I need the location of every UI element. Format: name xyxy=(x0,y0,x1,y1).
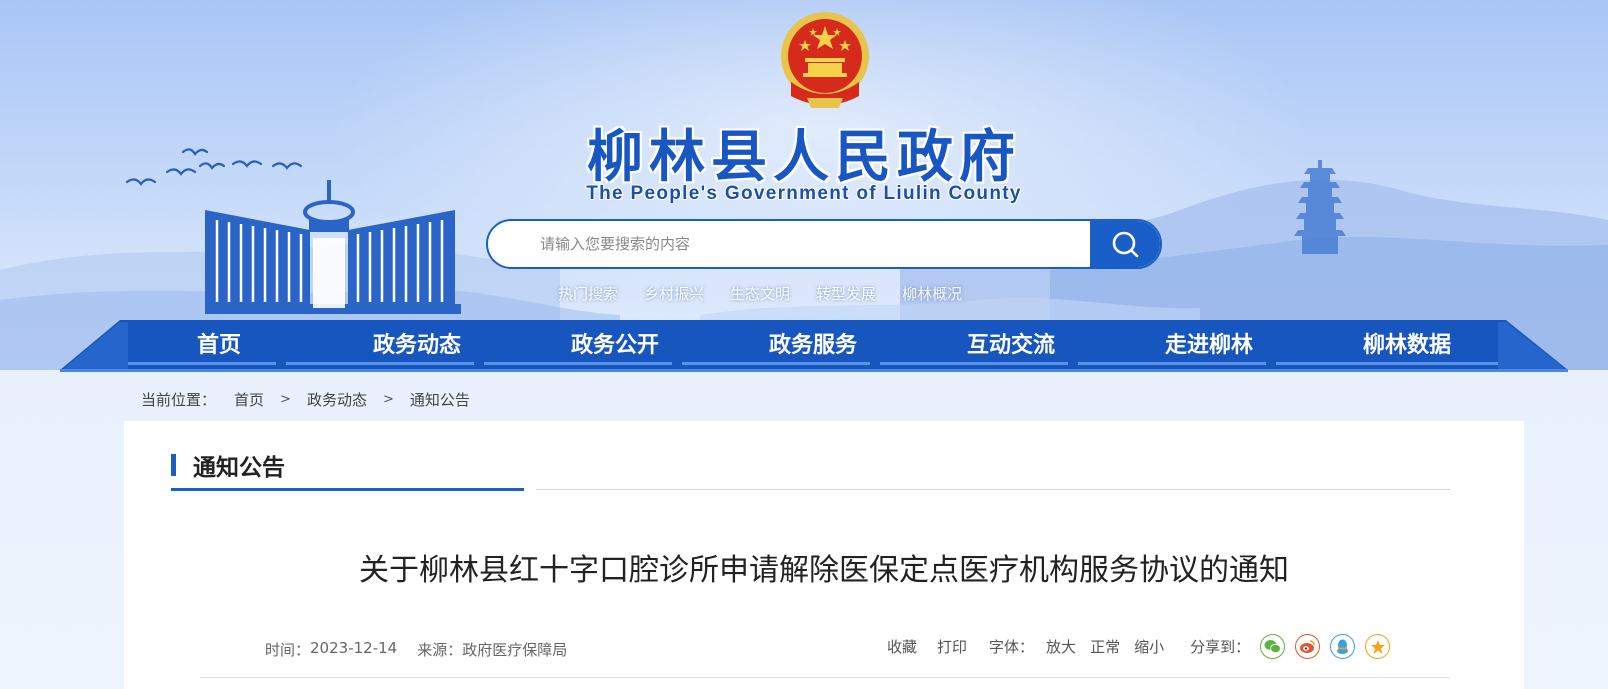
hot-search-label[interactable]: 热门搜索 xyxy=(558,283,618,304)
nav-home[interactable]: 首页 xyxy=(120,320,318,370)
search-bar xyxy=(486,219,1162,269)
section-accent-bar xyxy=(171,454,176,476)
breadcrumb-notices[interactable]: 通知公告 xyxy=(410,389,470,410)
font-smaller-button[interactable]: 缩小 xyxy=(1134,636,1164,657)
breadcrumb-separator: > xyxy=(382,392,394,407)
font-size-label: 字体： xyxy=(989,638,1035,656)
nav-liulin-data[interactable]: 柳林数据 xyxy=(1308,320,1506,370)
section-divider xyxy=(536,489,1450,490)
font-larger-button[interactable]: 放大 xyxy=(1046,636,1076,657)
nav-government-news[interactable]: 政务动态 xyxy=(318,320,516,370)
search-icon xyxy=(1112,231,1139,258)
print-button[interactable]: 打印 xyxy=(937,636,967,657)
main-nav-bar: 首页 政务动态 政务公开 政务服务 互动交流 走进柳林 柳林数据 xyxy=(0,320,1608,372)
share-label: 分享到： xyxy=(1190,638,1251,656)
weibo-icon[interactable] xyxy=(1295,634,1321,659)
nav-about-liulin[interactable]: 走进柳林 xyxy=(1110,320,1308,370)
hot-link-rural-revitalization[interactable]: 乡村振兴 xyxy=(644,283,704,304)
article-source: 政府医疗保障局 xyxy=(462,641,568,659)
hot-link-liulin-overview[interactable]: 柳林概况 xyxy=(902,283,962,304)
breadcrumb-prefix: 当前位置： xyxy=(141,391,217,409)
section-underline xyxy=(171,488,524,491)
breadcrumb-home[interactable]: 首页 xyxy=(234,389,264,410)
breadcrumb: 当前位置： 首页 > 政务动态 > 通知公告 xyxy=(141,389,470,410)
breadcrumb-separator: > xyxy=(280,392,291,407)
section-header: 通知公告 xyxy=(171,448,285,482)
favorite-button[interactable]: 收藏 xyxy=(887,636,917,657)
qq-icon[interactable] xyxy=(1330,634,1356,659)
article-title: 关于柳林县红十字口腔诊所申请解除医保定点医疗机构服务协议的通知 xyxy=(359,553,1289,588)
section-title: 通知公告 xyxy=(193,455,285,481)
breadcrumb-government-news[interactable]: 政务动态 xyxy=(307,389,367,410)
nav-interaction[interactable]: 互动交流 xyxy=(912,320,1110,370)
hot-link-transformation[interactable]: 转型发展 xyxy=(816,283,876,304)
national-emblem-icon xyxy=(781,12,869,108)
meta-divider xyxy=(200,677,1450,678)
site-title: 柳林县人民政府 xyxy=(587,125,1021,190)
publish-date: 2023-12-14 xyxy=(310,639,398,657)
search-input[interactable] xyxy=(488,221,1090,267)
article-tools: 收藏 打印 字体： 放大 正常 缩小 分享到： xyxy=(887,634,1400,659)
font-normal-button[interactable]: 正常 xyxy=(1090,636,1120,657)
wechat-icon[interactable] xyxy=(1260,634,1286,659)
time-label: 时间： xyxy=(265,641,311,659)
hot-link-ecological-civilization[interactable]: 生态文明 xyxy=(730,283,790,304)
site-header: 柳林县人民政府 The People's Government of Liuli… xyxy=(0,0,1608,370)
qzone-icon[interactable] xyxy=(1365,634,1391,659)
hot-search-links: 热门搜索 乡村振兴 生态文明 转型发展 柳林概况 xyxy=(558,283,988,304)
nav-government-disclosure[interactable]: 政务公开 xyxy=(516,320,714,370)
article-meta: 时间： 2023-12-14 来源： 政府医疗保障局 xyxy=(265,639,567,660)
article-card: 通知公告 关于柳林县红十字口腔诊所申请解除医保定点医疗机构服务协议的通知 时间：… xyxy=(124,421,1524,689)
search-button[interactable] xyxy=(1090,221,1160,267)
nav-government-services[interactable]: 政务服务 xyxy=(714,320,912,370)
site-subtitle: The People's Government of Liulin County xyxy=(586,183,1022,204)
source-label: 来源： xyxy=(417,641,463,659)
